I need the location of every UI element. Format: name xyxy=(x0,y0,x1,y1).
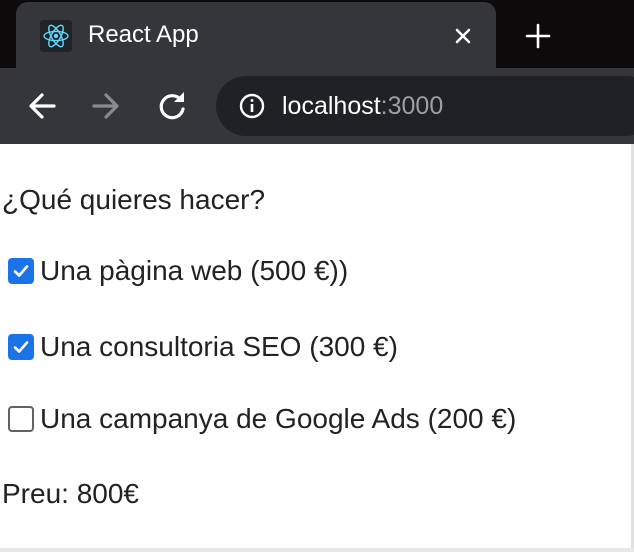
tab-strip: React App xyxy=(0,0,634,68)
arrow-right-icon[interactable] xyxy=(88,88,124,124)
url-host: localhost xyxy=(282,92,381,120)
browser-tab[interactable]: React App xyxy=(16,2,496,68)
option-label: Una campanya de Google Ads (200 €) xyxy=(40,403,517,434)
checkbox-unchecked-icon[interactable] xyxy=(8,406,34,432)
close-icon[interactable] xyxy=(449,22,477,50)
tab-title: React App xyxy=(88,21,199,48)
url-text[interactable]: localhost:3000 xyxy=(282,92,443,120)
page-content: ¿Qué quieres hacer? Una pàgina web (500 … xyxy=(0,144,634,548)
info-icon[interactable] xyxy=(238,92,266,120)
option-seo-consulting[interactable]: Una consultoria SEO (300 €) xyxy=(8,330,398,364)
browser-toolbar: localhost:3000 xyxy=(0,68,634,144)
reload-icon[interactable] xyxy=(154,88,190,124)
checkbox-checked-icon[interactable] xyxy=(8,334,34,360)
option-label: Una pàgina web (500 €)) xyxy=(40,255,349,286)
arrow-left-icon[interactable] xyxy=(24,88,60,124)
plus-icon[interactable] xyxy=(522,20,554,52)
page-bottom-edge xyxy=(0,548,634,552)
checkbox-checked-icon[interactable] xyxy=(8,258,34,284)
react-logo-icon xyxy=(40,20,72,52)
total-price: Preu: 800€ xyxy=(2,478,139,509)
option-web-page[interactable]: Una pàgina web (500 €)) xyxy=(8,254,348,288)
option-google-ads[interactable]: Una campanya de Google Ads (200 €) xyxy=(8,402,516,436)
option-label: Una consultoria SEO (300 €) xyxy=(40,331,398,362)
page-question: ¿Qué quieres hacer? xyxy=(2,184,266,215)
url-port: :3000 xyxy=(380,92,444,120)
address-bar[interactable]: localhost:3000 xyxy=(216,76,634,136)
